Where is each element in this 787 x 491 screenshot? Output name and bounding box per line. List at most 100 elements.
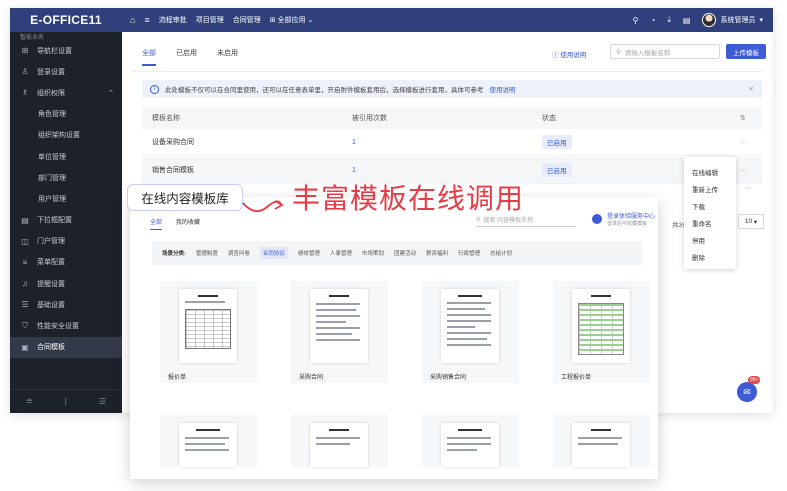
close-icon[interactable]: ✕ [749,85,754,93]
template-card[interactable] [422,415,519,467]
search-icon[interactable]: ⚲ [633,16,639,25]
row-more-button[interactable]: ··· [744,185,751,192]
doc-line [447,338,487,340]
service-center-login[interactable]: 登录体验服务中心 登录后可收藏模板 [592,211,655,227]
category-item[interactable]: 行政管理 [458,249,480,257]
sidebar-item-portal[interactable]: ◫ 门户管理 [10,231,122,252]
top-nav-contract[interactable]: 合同管理 [233,15,261,25]
column-settings-icon[interactable]: ⇅ [740,114,746,122]
table-row[interactable]: 设备采购合同 1 已启用 ··· [142,129,762,156]
category-item[interactable]: 管理制度 [196,249,218,257]
menu-item-disable[interactable]: 停用 [684,231,736,248]
chevron-up-icon: ⌃ [108,89,114,97]
doc-table [578,303,624,355]
top-nav-approval[interactable]: 流程审批 [159,15,187,25]
row-action-menu: 在线编辑 重新上传 下载 重命名 停用 删除 [684,157,736,269]
chevron-down-icon: ⌄ [307,17,314,24]
library-tab-favorites[interactable]: 我的收藏 [176,217,200,230]
top-nav-project[interactable]: 项目管理 [196,15,224,25]
sidebar-item-contract-templates[interactable]: ▣ 合同模板 [10,336,122,358]
sidebar-item-org-structure[interactable]: 组织架构设置 [10,125,122,146]
sidebar-cut-item[interactable]: 智能业务 [10,32,122,40]
login-subtitle: 登录后可收藏模板 [607,221,648,227]
doc-line [591,295,611,297]
sidebar-item-dropdown-config[interactable]: ▤ 下拉框配置 [10,210,122,231]
sidebar-item-departments[interactable]: 部门管理 [10,167,122,188]
library-tab-all[interactable]: 全部 [150,217,163,230]
top-nav-all-apps-label: 全部应用 [277,17,306,24]
category-filter: 场景分类: 管理制度 调查问卷 合同协议 绩效管理 人事管理 市场策划 团建活动… [152,241,642,265]
brand-logo[interactable]: E-OFFICE11 [10,13,122,27]
tab-enabled[interactable]: 已启用 [176,48,197,66]
template-card[interactable]: 报价单 [160,281,257,383]
collapse-icon[interactable]: ≘ [26,397,33,406]
download-icon[interactable]: ⤓ [667,15,671,25]
sidebar-item-nav-settings[interactable]: ⊞ 导航栏设置 [10,40,122,61]
sidebar-item-login-settings[interactable]: ♙ 登录设置 [10,61,122,82]
login-title: 登录体验服务中心 [607,214,656,220]
sidebar-item-label: 组织架构设置 [38,132,80,140]
menu-item-reupload[interactable]: 重新上传 [684,180,736,197]
doc-table [185,309,231,349]
template-card[interactable]: 采购合同 [291,281,388,383]
hamburger-icon[interactable]: ≡ [144,15,149,25]
sidebar-item-menu-config[interactable]: ≡ 菜单配置 [10,252,122,273]
sidebar-item-security[interactable]: ⛉ 性能安全设置 [10,315,122,336]
users-icon: ♗ [21,88,29,98]
category-item[interactable]: 总结计划 [490,249,512,257]
shield-icon: ⛉ [22,321,28,331]
category-item-active[interactable]: 合同协议 [259,247,288,259]
sidebar-item-label: 组织权限 [37,89,65,97]
category-item[interactable]: 绩效管理 [298,249,320,257]
menu-item-delete[interactable]: 删除 [684,248,736,265]
menu-item-download[interactable]: 下载 [684,197,736,214]
row-more-button[interactable]: ··· [740,167,747,174]
top-nav-all-apps[interactable]: ⊞ 全部应用 ⌄ [270,15,314,25]
doc-line [578,443,618,445]
category-item[interactable]: 薪资福利 [426,249,448,257]
doc-line [447,332,491,334]
template-card[interactable] [291,415,388,467]
user-menu[interactable]: 系统管理员 ▾ [702,13,763,27]
tab-disabled[interactable]: 未启用 [217,48,238,66]
template-card[interactable] [160,415,257,467]
row-count[interactable]: 1 [352,167,356,174]
sidebar-item-units[interactable]: 单位管理 [10,146,122,167]
row-count[interactable]: 1 [352,139,356,146]
menu-item-edit-online[interactable]: 在线编辑 [684,163,736,180]
page-size-select[interactable]: 10 ▾ [738,214,764,229]
sidebar-item-reminders[interactable]: ♫ 提醒设置 [10,273,122,294]
sidebar-item-basic-settings[interactable]: ☰ 基础设置 [10,294,122,315]
doc-line [316,315,360,317]
doc-line [185,449,229,451]
menu-item-rename[interactable]: 重命名 [684,214,736,231]
notice-link[interactable]: 使用说明 [490,84,516,94]
sidebar-item-users[interactable]: 用户管理 [10,188,122,209]
tab-all[interactable]: 全部 [142,48,156,66]
document-icon[interactable]: ▤ [683,16,691,25]
clock-icon[interactable]: ◔ [651,16,656,25]
home-icon[interactable]: ⌂ [130,15,135,25]
search-input[interactable]: ⚲ 请输入模板名称 [610,44,720,59]
chat-icon[interactable]: ✉ [737,382,757,402]
sidebar-item-org-permissions[interactable]: ♗ 组织权限 ⌃ [10,82,122,103]
template-card[interactable]: 工程报价单 [553,281,650,383]
help-link[interactable]: ⓘ 使用说明 [552,49,586,59]
row-more-button[interactable]: ··· [740,139,747,146]
category-item[interactable]: 调查问卷 [228,249,250,257]
menu-toggle-icon[interactable]: ☰ [99,397,106,406]
category-item[interactable]: 人事管理 [330,249,352,257]
doc-line [198,295,218,297]
col-status: 状态 [542,115,556,122]
template-card[interactable] [553,415,650,467]
template-card[interactable]: 采购销售合同 [422,281,519,383]
sidebar-item-label: 提醒设置 [37,280,65,288]
template-card-title: 工程报价单 [561,375,592,381]
category-item[interactable]: 市场策划 [362,249,384,257]
top-bar: E-OFFICE11 ⌂ ≡ 流程审批 项目管理 合同管理 ⊞ 全部应用 ⌄ ⚲… [10,8,773,32]
sidebar-item-label: 下拉框配置 [37,217,72,225]
upload-template-button[interactable]: 上传模板 [726,44,766,59]
sidebar-item-roles[interactable]: 角色管理 [10,104,122,125]
category-item[interactable]: 团建活动 [394,249,416,257]
curved-arrow-icon [242,200,284,213]
